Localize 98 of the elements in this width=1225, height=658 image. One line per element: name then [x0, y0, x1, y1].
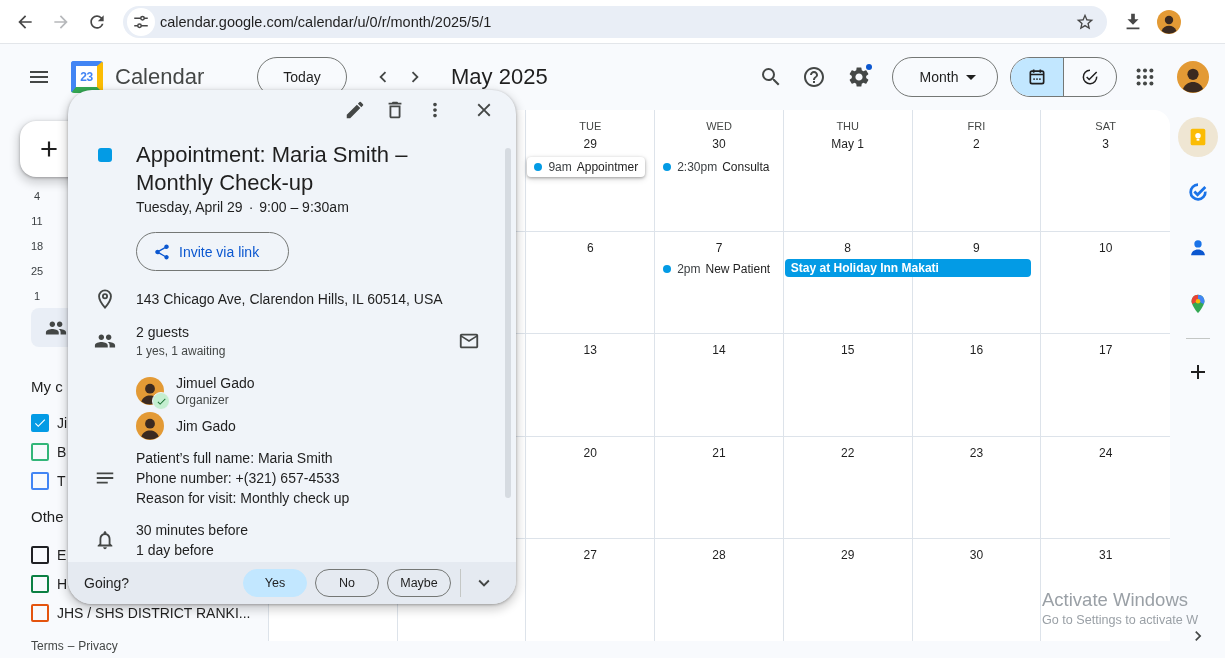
event-time: 2pm [677, 262, 701, 276]
event-date: Tuesday, April 29 [136, 198, 243, 217]
calendar-icon [1027, 67, 1047, 87]
mini-calendar-day[interactable]: 25 [25, 258, 49, 283]
date-number[interactable]: 29 [583, 134, 597, 154]
guest-summary: 1 yes, 1 awaiting [136, 343, 227, 360]
scrollbar[interactable] [505, 148, 511, 498]
rsvp-label: Going? [84, 575, 131, 591]
calendar-checkbox[interactable] [31, 603, 49, 622]
event-chip[interactable]: 9am Appointmer [527, 157, 646, 177]
mini-calendar-day[interactable]: 18 [25, 233, 49, 258]
date-number[interactable]: 17 [1098, 342, 1113, 358]
event-title: New Patient [705, 262, 771, 276]
avatar[interactable] [1177, 61, 1209, 93]
separator: – [67, 638, 75, 655]
date-number[interactable]: 30 [712, 134, 726, 154]
date-number[interactable]: 9 [973, 240, 980, 256]
mini-calendar-day[interactable]: 4 [25, 183, 49, 208]
terms-link[interactable]: Terms [31, 637, 64, 655]
description-line: Patient’s full name: Maria Smith [136, 449, 334, 468]
date-number[interactable]: 27 [583, 547, 597, 563]
calendar-name: T [57, 472, 66, 489]
event-chip[interactable]: 2:30pm Consulta [656, 157, 774, 177]
section-heading: Othe [31, 507, 64, 527]
section-heading: My c [31, 377, 63, 397]
event-chip[interactable]: 2pm New Patient [656, 259, 774, 279]
description-line: Phone number: +(321) 657-4533 [136, 469, 341, 488]
calendar-view-button[interactable] [1011, 58, 1063, 96]
date-number[interactable]: 23 [969, 445, 984, 461]
date-number[interactable]: 31 [1098, 547, 1113, 563]
guest-name: Jim Gado [176, 417, 236, 435]
date-number[interactable]: May 1 [831, 134, 865, 154]
date-number[interactable]: 2 [973, 134, 980, 154]
date-number[interactable]: 22 [841, 445, 855, 461]
date-number[interactable]: 21 [712, 445, 726, 461]
mini-calendar-day[interactable]: 11 [25, 208, 49, 233]
activation-notice-text: Go to Settings to activate W [1042, 612, 1199, 629]
check-circle-icon[interactable] [1186, 181, 1209, 203]
calendar-checkbox[interactable] [31, 471, 49, 490]
privacy-link[interactable]: Privacy [78, 637, 118, 655]
activation-notice-title: Activate Windows [1042, 589, 1189, 611]
calendar-name: H [57, 575, 68, 592]
rsvp-button[interactable]: Yes [243, 569, 307, 597]
event-title: Appointment: Maria Smith – Monthly Check-up [136, 141, 409, 197]
reminder: 30 minutes before [136, 521, 249, 540]
calendar-logo: 23 [71, 61, 103, 93]
edit-icon[interactable] [344, 99, 366, 121]
weekday-label: TUE [579, 119, 602, 134]
caret-icon [966, 74, 977, 80]
calendar-checkbox[interactable] [31, 413, 49, 432]
event-location: 143 Chicago Ave, Clarendon Hills, IL 60514, USA [136, 290, 443, 309]
calendar-name: Ji [57, 414, 68, 431]
date-number[interactable]: 28 [712, 547, 726, 563]
month-title: May 2025 [451, 64, 548, 90]
guest-name: Jimuel Gado [176, 374, 255, 392]
guest-role: Organizer [176, 392, 230, 408]
date-number[interactable]: 13 [583, 342, 597, 358]
calendar-name: E [57, 546, 67, 563]
date-number[interactable]: 15 [841, 342, 855, 358]
share-icon [153, 242, 171, 261]
help-icon[interactable] [802, 65, 826, 89]
description-line: Reason for visit: Monthly check up [136, 489, 350, 508]
calendar-checkbox[interactable] [31, 442, 49, 461]
event-time: 2:30pm [677, 160, 718, 174]
date-number[interactable]: 24 [1098, 445, 1113, 461]
avatar[interactable] [1157, 9, 1181, 34]
calendar-checkbox[interactable] [31, 545, 49, 564]
weekday-label: WED [706, 119, 732, 134]
weekday-label: THU [836, 119, 859, 134]
settings-icon[interactable] [847, 65, 871, 89]
calendar-name: B [57, 443, 67, 460]
apps-icon[interactable] [1134, 66, 1156, 88]
date-number[interactable]: 7 [715, 240, 723, 256]
url-text: calendar.google.com/calendar/u/0/r/month/2025/5/1 [160, 13, 493, 30]
date-number[interactable]: 6 [586, 240, 594, 256]
app-name: Calendar [115, 64, 205, 90]
address-bar[interactable]: calendar.google.com/calendar/u/0/r/month/2025/5/1 [123, 5, 1107, 38]
event-time: 9:00 – 9:30am [259, 198, 349, 217]
separator: · [248, 198, 254, 217]
event-title: Appointmer [576, 160, 639, 174]
date-number[interactable]: 16 [969, 342, 984, 358]
date-number[interactable]: 29 [841, 547, 855, 563]
calendar-name: JHS / SHS DISTRICT RANKI... [57, 604, 251, 621]
weekday-label: FRI [967, 119, 986, 134]
date-number[interactable]: 8 [844, 240, 852, 256]
weekday-label: SAT [1095, 119, 1116, 134]
event-time: 9am [548, 160, 572, 174]
date-number[interactable]: 10 [1098, 240, 1113, 256]
event-title: Consulta [722, 160, 770, 174]
check-circle-icon [1080, 67, 1100, 87]
date-number[interactable]: 20 [583, 445, 597, 461]
date-number[interactable]: 3 [1102, 134, 1109, 154]
calendar-checkbox[interactable] [31, 574, 49, 593]
date-number[interactable]: 30 [969, 547, 984, 563]
mini-calendar-day[interactable]: 1 [25, 283, 49, 308]
date-number[interactable]: 14 [712, 342, 726, 358]
guest-count: 2 guests [136, 323, 190, 342]
reminder: 1 day before [136, 541, 215, 560]
